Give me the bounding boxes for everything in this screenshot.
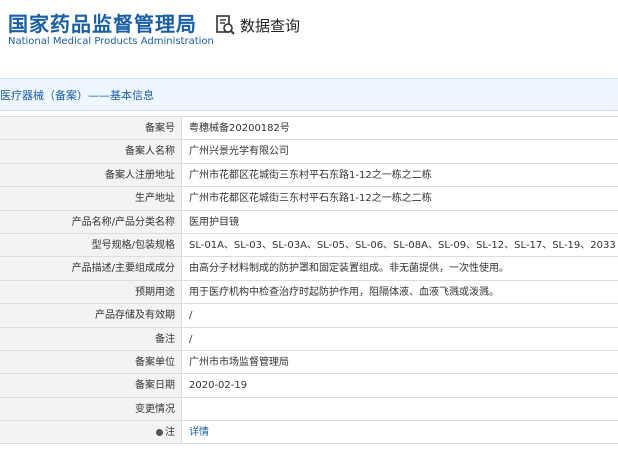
row-label: 备案人注册地址 (0, 163, 182, 187)
row-label: 型号规格/包装规格 (0, 233, 182, 257)
site-logo-en[interactable]: National Medical Products Administration (8, 36, 214, 47)
table-row-production-address: 生产地址 广州市花都区花城街三东村平石东路1-12之一栋之二栋 (0, 187, 618, 211)
table-row-product-description: 产品描述/主要组成成分 由高分子材料制成的防护罩和固定装置组成。非无菌提供，一次… (0, 257, 618, 281)
section-title: 医疗器械（备案）——基本信息 (0, 89, 154, 102)
table-row-note: 注 详情 (0, 421, 618, 445)
row-value (182, 398, 618, 420)
note-label-text: 注 (165, 427, 175, 439)
search-document-icon (216, 15, 235, 35)
table-row-change-history: 变更情况 (0, 397, 618, 422)
row-label: 产品存储及有效期 (0, 304, 182, 327)
row-value: 用于医疗机构中检查治疗时起防护作用，阻隔体液、血液飞溅或泼溅。 (189, 286, 499, 298)
row-value: 2020-02-19 (189, 380, 248, 392)
row-value: 广州市花都区花城街三东村平石东路1-12之一栋之二栋 (189, 169, 432, 181)
table-row-registrant-name: 备案人名称 广州兴景光学有限公司 (0, 140, 618, 164)
row-value: 广州市花都区花城街三东村平石东路1-12之一栋之二栋 (189, 193, 432, 205)
row-label: 备案单位 (0, 350, 182, 374)
table-row-record-unit: 备案单位 广州市市场监督管理局 (0, 350, 618, 375)
row-label: 预期用途 (0, 280, 182, 304)
row-label: 变更情况 (0, 397, 182, 421)
table-row-product-name: 产品名称/产品分类名称 医用护目镜 (0, 210, 618, 234)
site-logo-cn[interactable]: 国家药品监督管理局 (8, 8, 197, 37)
row-value: 由高分子材料制成的防护罩和固定装置组成。非无菌提供，一次性使用。 (189, 263, 509, 275)
row-value: / (189, 310, 193, 322)
row-value: / (189, 333, 193, 345)
info-table: 备案号 粤穗械备20200182号 备案人名称 广州兴景光学有限公司 备案人注册… (0, 116, 618, 445)
row-value: 广州市市场监督管理局 (189, 356, 289, 368)
pin-icon (156, 428, 163, 436)
row-value: 医用护目镜 (189, 216, 239, 228)
data-query-label: 数据查询 (240, 16, 301, 35)
row-label: 备案号 (0, 117, 182, 140)
row-label: 备案日期 (0, 374, 182, 397)
row-label: 生产地址 (0, 187, 182, 210)
site-header: 国家药品监督管理局 National Medical Products Admi… (0, 0, 618, 62)
row-label: 产品名称/产品分类名称 (0, 210, 182, 233)
table-row-storage-validity: 产品存储及有效期 / (0, 304, 618, 328)
details-link[interactable]: 详情 (182, 421, 618, 443)
data-query-link[interactable]: 数据查询 (214, 14, 300, 36)
row-value: SL-01A、SL-03、SL-03A、SL-05、SL-06、SL-08A、S… (189, 239, 616, 251)
table-row-record-date: 备案日期 2020-02-19 (0, 374, 618, 398)
row-value: 粤穗械备20200182号 (189, 123, 290, 134)
table-row-intended-use: 预期用途 用于医疗机构中检查治疗时起防护作用，阻隔体液、血液飞溅或泼溅。 (0, 280, 618, 305)
section-header: 医疗器械（备案）——基本信息 (0, 78, 618, 111)
row-label: 备注 (0, 327, 182, 350)
table-row-record-number: 备案号 粤穗械备20200182号 (0, 117, 618, 141)
table-row-model-spec: 型号规格/包装规格 SL-01A、SL-03、SL-03A、SL-05、SL-0… (0, 233, 618, 258)
row-label-note: 注 (0, 421, 182, 444)
table-row-registrant-address: 备案人注册地址 广州市花都区花城街三东村平石东路1-12之一栋之二栋 (0, 163, 618, 188)
row-label: 备案人名称 (0, 140, 182, 163)
row-label: 产品描述/主要组成成分 (0, 257, 182, 280)
table-row-remarks: 备注 / (0, 327, 618, 351)
row-value: 广州兴景光学有限公司 (189, 146, 289, 158)
